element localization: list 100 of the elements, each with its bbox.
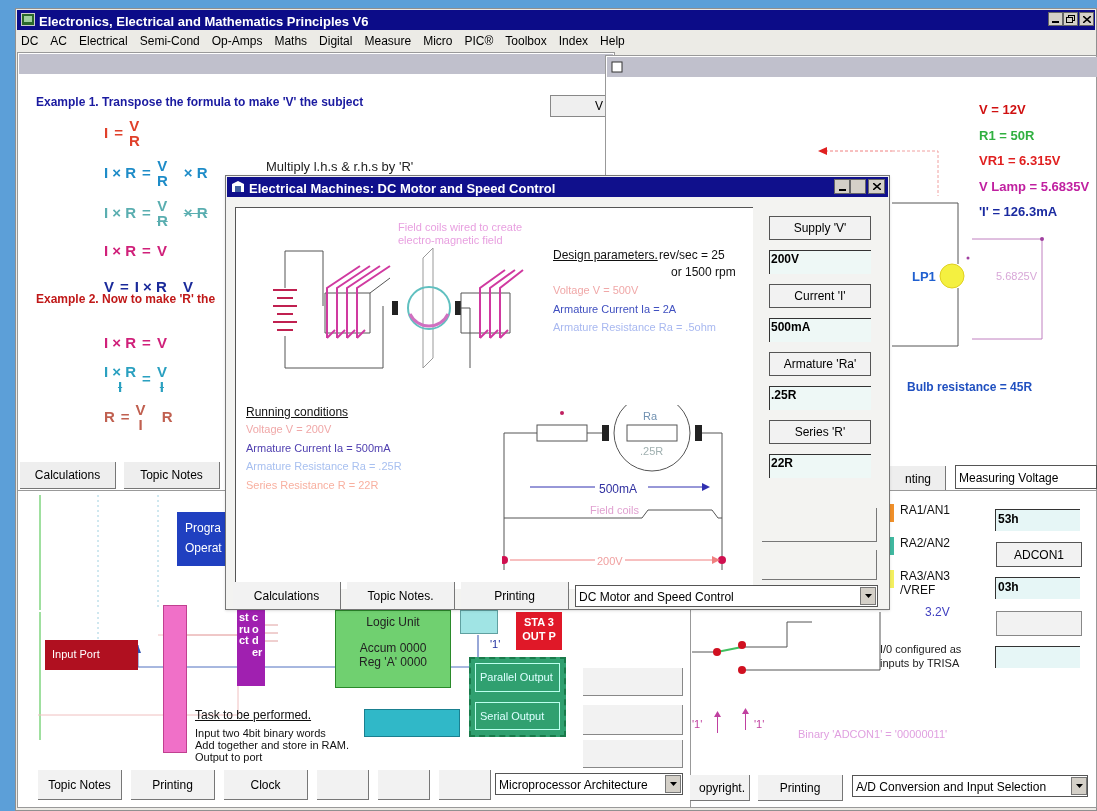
menu-item[interactable]: Semi-Cond xyxy=(138,32,201,50)
step-note: Multiply l.h.s & r.h.s by 'R' xyxy=(266,158,414,176)
parameter-field[interactable]: 22R xyxy=(769,454,871,478)
tab[interactable]: Printing xyxy=(758,775,843,801)
menu-item[interactable]: Micro xyxy=(422,32,454,50)
menu-item[interactable]: Toolbox xyxy=(504,32,548,50)
parameter-button[interactable]: Current 'I' xyxy=(769,284,871,308)
parallel-output: Parallel Output xyxy=(475,663,560,692)
minimize-button[interactable] xyxy=(1048,12,1063,26)
menu-item[interactable]: Op-Amps xyxy=(210,32,264,50)
flag-label: '1' xyxy=(754,717,765,732)
numerator: V xyxy=(156,364,167,379)
register-field[interactable] xyxy=(995,646,1080,668)
maximize-button[interactable] xyxy=(850,179,866,194)
close-icon xyxy=(872,183,881,190)
panel-button[interactable] xyxy=(439,770,491,800)
parameter-field[interactable]: 500mA xyxy=(769,318,871,342)
reading: V = 12V xyxy=(979,101,1027,119)
tab[interactable]: Printing xyxy=(461,582,569,610)
toolbar-button[interactable]: Topic Notes xyxy=(38,770,122,800)
example-heading: Example 2. Now to make 'R' the xyxy=(36,292,216,308)
numerator: I × R xyxy=(104,364,137,379)
restore-icon xyxy=(1066,15,1075,23)
formula-term: I × R xyxy=(104,202,137,223)
task-line: Output to port xyxy=(195,751,264,763)
formula-term: V xyxy=(104,276,114,295)
tab[interactable]: Calculations xyxy=(20,462,116,489)
menu-item[interactable]: Help xyxy=(599,32,626,50)
register-field[interactable]: 53h xyxy=(995,509,1080,531)
register-field[interactable]: 03h xyxy=(995,577,1080,599)
parameter-button[interactable]: Armature 'Ra' xyxy=(769,352,871,376)
topic-dropdown[interactable]: DC Motor and Speed Control xyxy=(575,585,878,607)
panel-button[interactable] xyxy=(583,668,683,696)
menu-item[interactable]: DC xyxy=(20,32,40,50)
close-button[interactable] xyxy=(868,179,885,194)
panel-button[interactable] xyxy=(317,770,369,800)
topic-dropdown[interactable]: Microprocessor Architecture xyxy=(495,773,683,795)
design-title: Design parameters. xyxy=(553,247,658,264)
input-port: Input Port xyxy=(45,640,138,670)
toolbar-button[interactable]: Clock xyxy=(224,770,308,800)
parameter-line: Voltage V = 200V xyxy=(246,422,333,437)
panel-button[interactable] xyxy=(378,770,430,800)
menu-item[interactable]: Maths xyxy=(273,32,309,50)
lamp-voltage: 5.6825V xyxy=(996,269,1037,284)
topic-dropdown[interactable]: A/D Conversion and Input Selection xyxy=(852,775,1088,797)
denominator: R xyxy=(156,213,168,228)
arrow-icon xyxy=(714,711,721,733)
lamp-label: LP1 xyxy=(912,268,936,286)
reading: R1 = 50R xyxy=(979,126,1036,145)
tab[interactable]: Topic Notes xyxy=(124,462,220,489)
panel-button[interactable] xyxy=(996,611,1082,636)
menu-item[interactable]: Measure xyxy=(363,32,413,50)
dropdown-button[interactable] xyxy=(860,587,876,605)
formula-term: R xyxy=(104,406,115,427)
minimize-icon xyxy=(838,189,846,191)
task-line: Input two 4bit binary words xyxy=(195,727,327,739)
flag-label: '1' xyxy=(692,717,703,732)
panel-button[interactable] xyxy=(583,705,683,735)
caret-icon xyxy=(864,594,872,598)
app-icon xyxy=(21,13,35,26)
menu-item[interactable]: Digital xyxy=(318,32,354,50)
tab[interactable]: Calculations xyxy=(233,582,341,610)
minimize-button[interactable] xyxy=(834,179,850,194)
dropdown-button[interactable] xyxy=(665,775,681,793)
equals-sign: = xyxy=(142,240,151,261)
flag-label: '1' xyxy=(490,637,501,652)
topic-dropdown[interactable]: Measuring Voltage xyxy=(955,465,1097,489)
menu-item[interactable]: Index xyxy=(557,32,590,50)
parameter-button[interactable]: Series 'R' xyxy=(769,420,871,444)
dropdown-button[interactable] xyxy=(1071,777,1087,795)
formula-term: × R xyxy=(183,202,208,223)
menu-item[interactable]: Electrical xyxy=(78,32,129,50)
resistor-label: Ra xyxy=(643,409,658,424)
serial-output: Serial Output xyxy=(475,701,560,730)
equals-sign: = xyxy=(142,332,151,353)
coil-note: Field coils wired to create electro-magnetic field xyxy=(398,221,523,247)
panel-button[interactable] xyxy=(583,740,683,768)
variable-button[interactable]: V xyxy=(550,95,608,117)
numerator: V xyxy=(157,198,168,213)
register-button[interactable]: ADCON1 xyxy=(996,542,1082,567)
reading: V Lamp = 5.6835V xyxy=(979,177,1090,196)
menu-item[interactable]: PIC® xyxy=(463,32,495,50)
close-button[interactable] xyxy=(1079,12,1094,26)
tab[interactable]: opyright. xyxy=(690,775,750,801)
status-block: STA 3 OUT P xyxy=(516,612,562,650)
formula-term: V xyxy=(156,332,167,353)
parameter-field[interactable]: 200V xyxy=(769,250,871,274)
menu-item[interactable]: AC xyxy=(49,32,68,50)
parameter-button[interactable]: Supply 'V' xyxy=(769,216,871,240)
restore-button[interactable] xyxy=(1063,12,1078,26)
tab[interactable]: Topic Notes. xyxy=(347,582,455,610)
toolbar-button[interactable]: Printing xyxy=(131,770,215,800)
arrow-icon xyxy=(742,708,749,730)
equals-sign: = xyxy=(142,162,151,183)
formula-term: I × R xyxy=(104,240,137,261)
minimize-icon xyxy=(1052,21,1059,23)
parameter-field[interactable]: .25R xyxy=(769,386,871,410)
resistor-value: .25R xyxy=(640,444,664,459)
program-block: Progra Operat xyxy=(177,512,225,566)
bulb-resistance: Bulb resistance = 45R xyxy=(907,379,1033,396)
